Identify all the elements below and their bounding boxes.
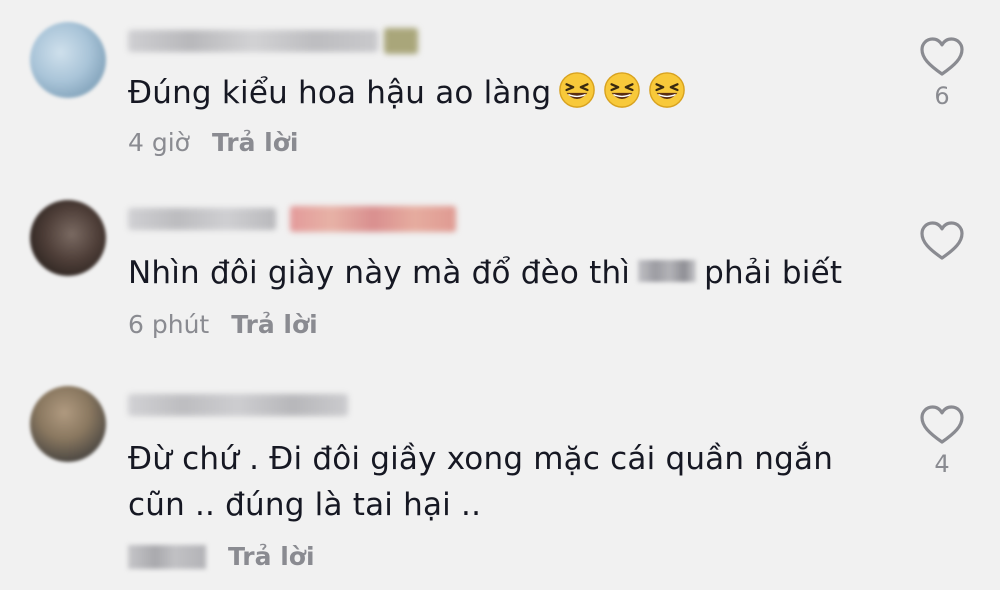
comment-text-content: phải biết [704, 255, 843, 291]
comment-meta: 4 giờ Trả lời [128, 128, 299, 157]
comment-text-line: Đừ chứ . Đi đôi giầy xong mặc cái quần n… [128, 441, 834, 477]
laughing-face-emoji [649, 72, 686, 108]
comment-text-content: Nhìn đôi giày này mà đổ đèo thì [128, 255, 631, 291]
avatar[interactable] [30, 200, 106, 276]
avatar[interactable] [30, 386, 106, 462]
like-button[interactable]: 4 [918, 404, 966, 478]
username-badge-blurred [384, 28, 418, 54]
username-blurred[interactable] [128, 394, 348, 416]
avatar[interactable] [30, 22, 106, 98]
comment-text: Đúng kiểu hoa hậu ao làng [128, 70, 686, 116]
comment-text: Nhìn đôi giày này mà đổ đèo thì phải biết [128, 250, 842, 296]
like-count: 6 [934, 82, 950, 110]
censored-word-blur [638, 260, 697, 282]
laughing-face-emoji [559, 72, 596, 108]
username-badge-blurred [290, 206, 456, 232]
laughing-face-emoji [604, 72, 641, 108]
like-button[interactable]: 6 [918, 36, 966, 110]
heart-outline-icon [920, 221, 964, 260]
reply-button[interactable]: Trả lời [212, 128, 299, 157]
like-button[interactable] [918, 220, 966, 266]
heart-outline-icon [920, 405, 964, 444]
username-blurred[interactable] [128, 208, 276, 230]
comment-meta: Trả lời [128, 542, 315, 571]
heart-outline-icon [920, 37, 964, 76]
reply-button[interactable]: Trả lời [228, 542, 315, 571]
comment-text-content: Đúng kiểu hoa hậu ao làng [128, 75, 552, 111]
reply-button[interactable]: Trả lời [231, 310, 318, 339]
comment-text: Đừ chứ . Đi đôi giầy xong mặc cái quần n… [128, 436, 833, 528]
comment-time-blurred [128, 545, 206, 569]
like-count: 4 [934, 450, 950, 478]
username-blurred[interactable] [128, 30, 378, 52]
comment-meta: 6 phút Trả lời [128, 310, 318, 339]
comment-time: 4 giờ [128, 128, 190, 157]
comment-text-line: cũn .. đúng là tai hại .. [128, 487, 482, 523]
comment-time: 6 phút [128, 310, 210, 339]
